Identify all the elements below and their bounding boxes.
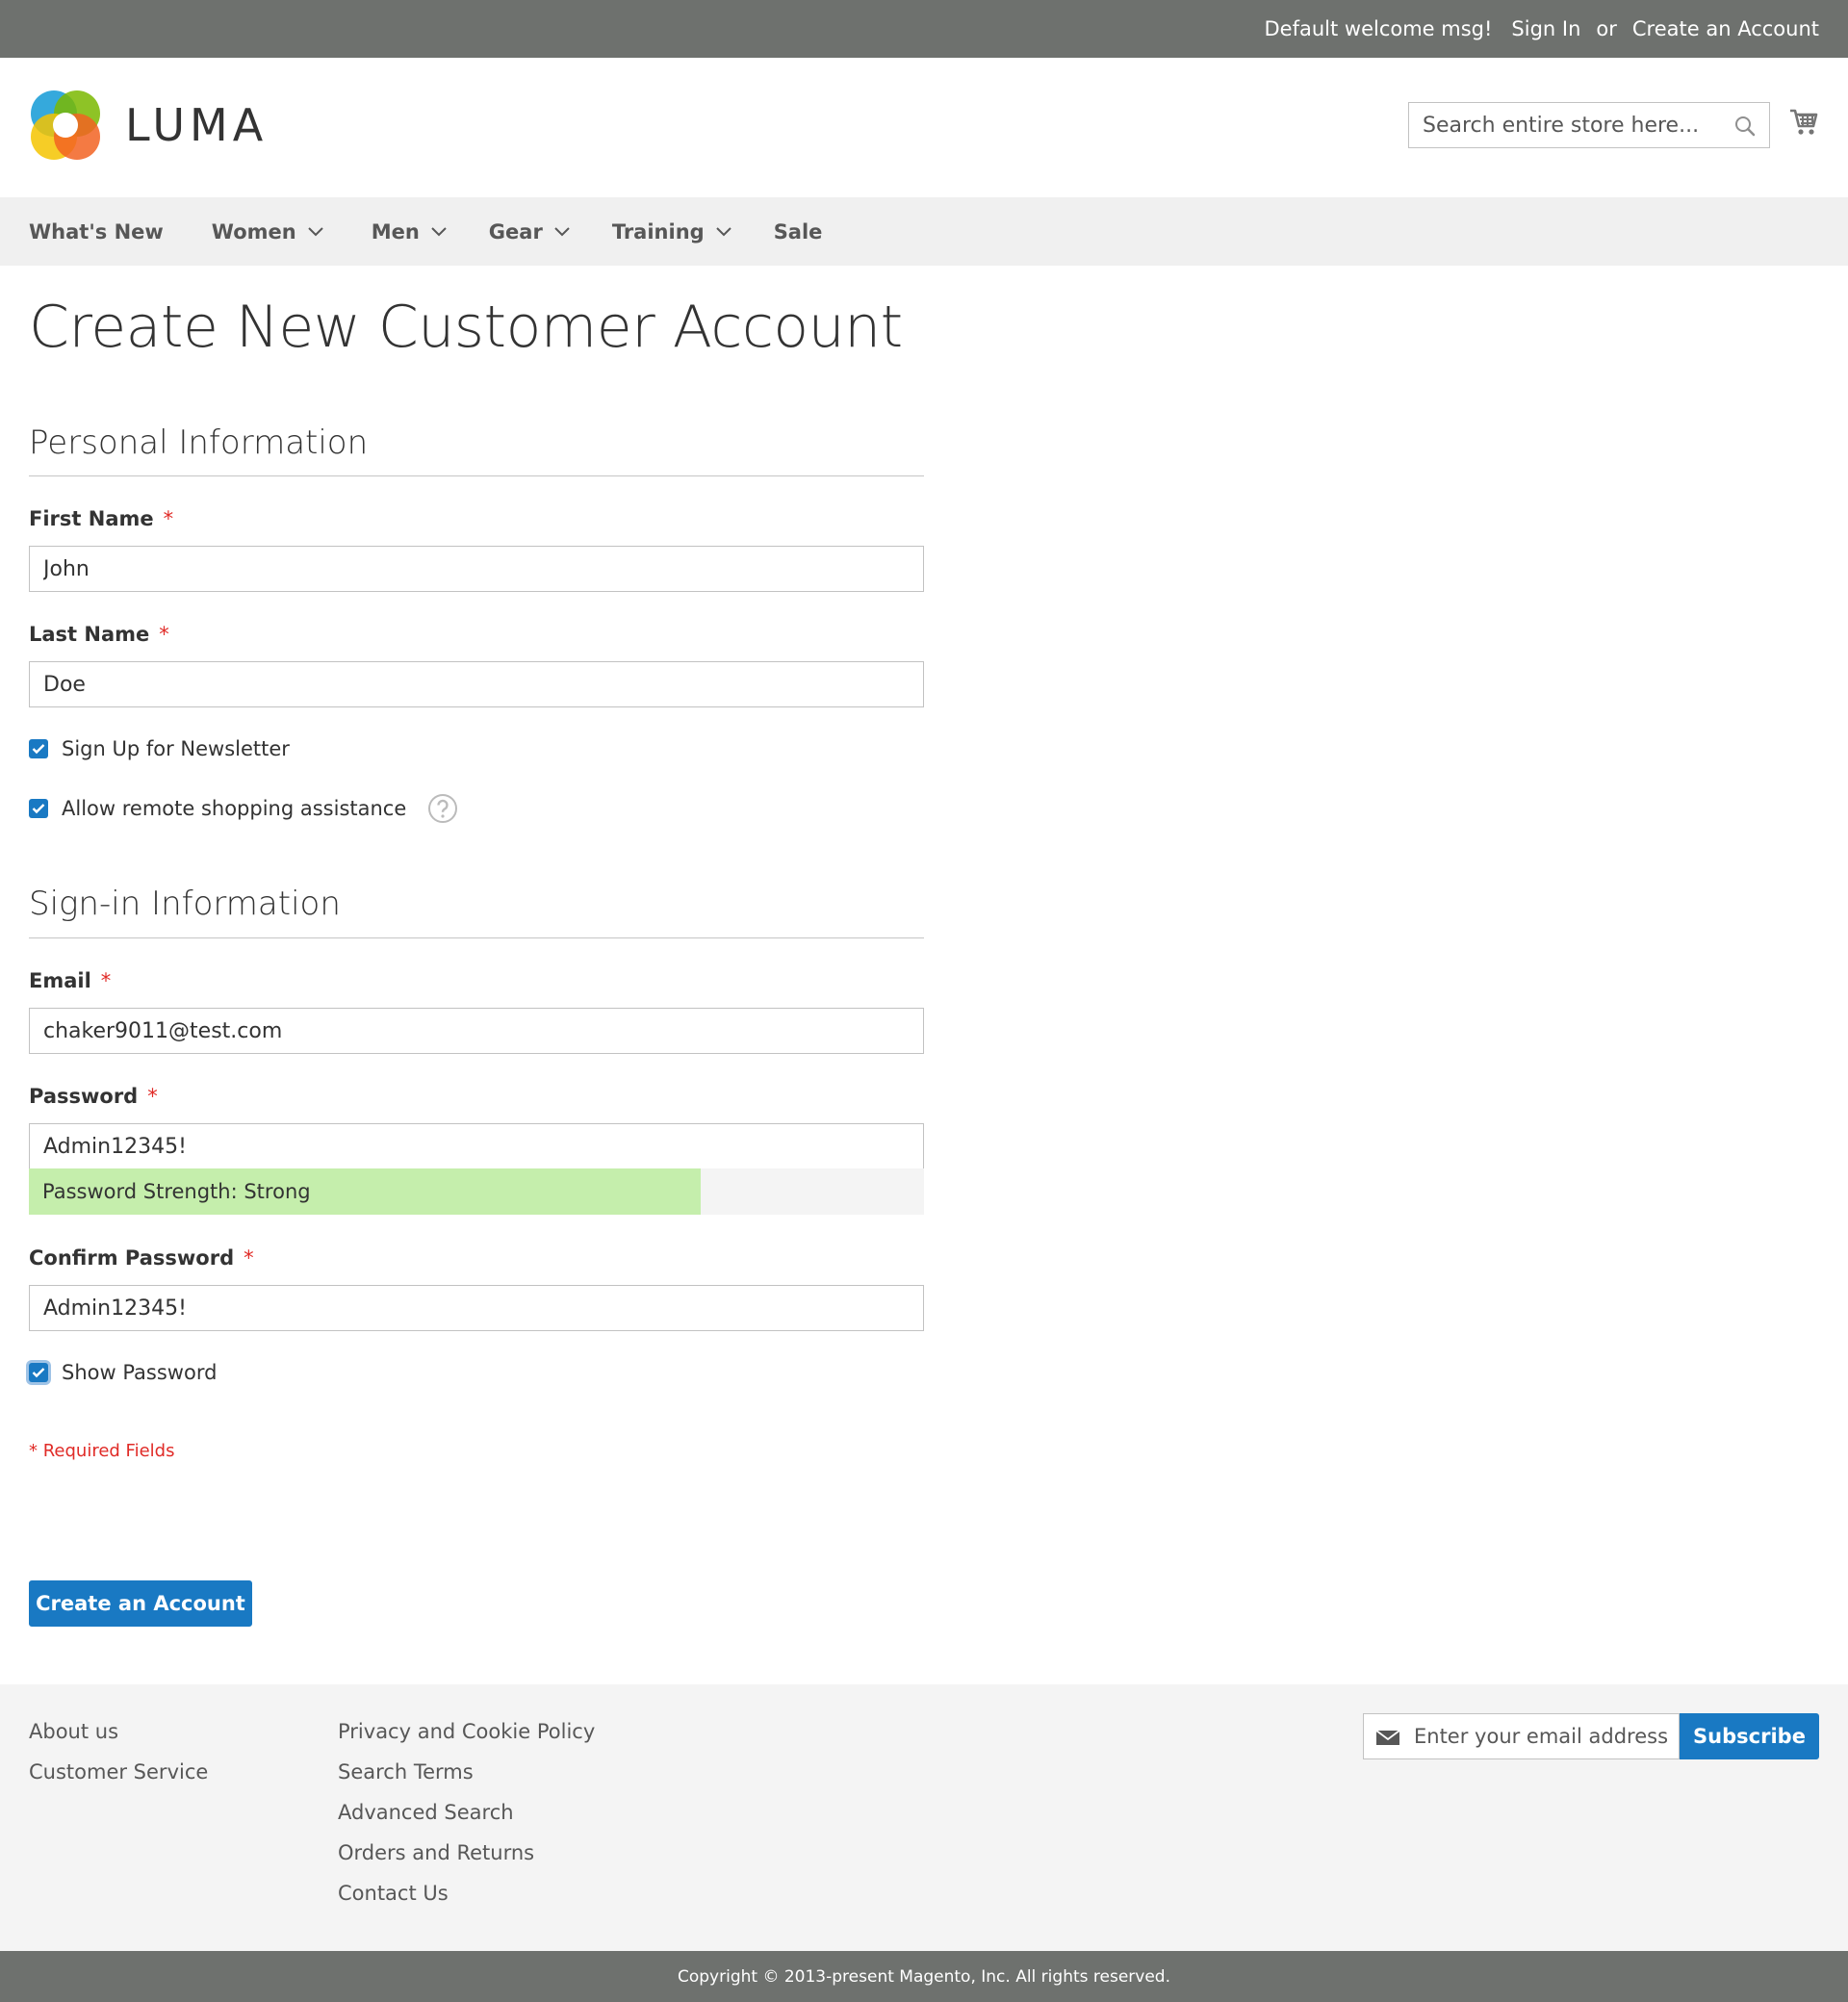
envelope-icon: [1375, 1730, 1400, 1745]
section-divider: [29, 937, 924, 938]
chevron-down-icon: [554, 226, 570, 236]
password-input[interactable]: [30, 1124, 923, 1168]
assistance-label: Allow remote shopping assistance: [62, 797, 407, 820]
label-text: Confirm Password: [29, 1246, 235, 1270]
checkmark-icon: [32, 744, 45, 755]
footer-link-contact-us[interactable]: Contact Us: [338, 1873, 595, 1913]
password-strength-meter: Password Strength: Strong: [29, 1168, 924, 1215]
newsletter-checkbox-row[interactable]: Sign Up for Newsletter: [29, 737, 290, 760]
nav-item-gear[interactable]: Gear: [489, 220, 570, 244]
footer-links-col1: About us Customer Service: [29, 1711, 208, 1792]
footer-link-privacy[interactable]: Privacy and Cookie Policy: [338, 1711, 595, 1752]
main-navigation: What's New Women Men Gear Training Sale: [0, 197, 1848, 266]
copyright-text: Copyright © 2013-present Magento, Inc. A…: [677, 1966, 1170, 1987]
password-field: [29, 1123, 924, 1169]
nav-item-label: Men: [371, 219, 420, 244]
required-fields-note: * Required Fields: [29, 1441, 175, 1461]
page-title: Create New Customer Account: [29, 294, 903, 361]
nav-item-women[interactable]: Women: [212, 220, 323, 244]
footer-link-advanced-search[interactable]: Advanced Search: [338, 1792, 595, 1833]
required-asterisk: *: [163, 507, 174, 530]
chevron-down-icon: [715, 226, 732, 236]
personal-info-heading: Personal Information: [29, 424, 369, 462]
footer-link-search-terms[interactable]: Search Terms: [338, 1752, 595, 1792]
top-bar: Default welcome msg! Sign In or Create a…: [0, 0, 1848, 58]
nav-item-label: Gear: [488, 219, 543, 244]
logo-text: LUMA: [125, 99, 269, 151]
show-password-label: Show Password: [62, 1361, 218, 1384]
footer-links-col2: Privacy and Cookie Policy Search Terms A…: [338, 1711, 595, 1913]
chevron-down-icon: [431, 226, 447, 236]
footer-link-customer-service[interactable]: Customer Service: [29, 1752, 208, 1792]
newsletter-email-input[interactable]: [1364, 1714, 1679, 1758]
create-account-button[interactable]: Create an Account: [29, 1580, 252, 1627]
nav-item-training[interactable]: Training: [612, 220, 732, 244]
first-name-field: [29, 546, 924, 592]
password-strength-text: Password Strength: Strong: [42, 1180, 311, 1203]
nav-item-label: What's New: [29, 219, 164, 244]
last-name-input[interactable]: [30, 662, 923, 706]
section-divider: [29, 475, 924, 476]
nav-item-sale[interactable]: Sale: [774, 220, 823, 244]
footer-link-about-us[interactable]: About us: [29, 1711, 208, 1752]
show-password-row[interactable]: Show Password: [29, 1361, 217, 1384]
label-text: Last Name: [29, 623, 150, 646]
header: LUMA: [0, 58, 1848, 197]
newsletter-checkbox[interactable]: [29, 739, 48, 758]
required-asterisk: *: [244, 1246, 254, 1270]
newsletter-field: [1363, 1713, 1680, 1759]
luma-logo-icon: [31, 90, 100, 160]
top-links: Default welcome msg! Sign In or Create a…: [1264, 0, 1819, 58]
logo[interactable]: LUMA: [29, 89, 268, 162]
search-icon[interactable]: [1734, 116, 1756, 137]
label-text: First Name: [29, 507, 154, 530]
email-field: [29, 1008, 924, 1054]
welcome-message: Default welcome msg!: [1264, 17, 1493, 40]
last-name-field: [29, 661, 924, 707]
password-label: Password *: [29, 1085, 158, 1108]
footer: About us Customer Service Privacy and Co…: [0, 1684, 1848, 1951]
required-asterisk: *: [159, 623, 169, 646]
chevron-down-icon: [307, 226, 323, 236]
email-input[interactable]: [30, 1009, 923, 1053]
checkmark-icon: [32, 1368, 45, 1378]
assistance-checkbox-row[interactable]: Allow remote shopping assistance: [29, 793, 458, 824]
email-label: Email *: [29, 969, 111, 992]
first-name-label: First Name *: [29, 507, 173, 530]
label-text: Password: [29, 1085, 139, 1108]
confirm-password-field: [29, 1285, 924, 1331]
or-text: or: [1596, 17, 1617, 40]
checkmark-icon: [32, 804, 45, 814]
create-account-link[interactable]: Create an Account: [1632, 17, 1819, 40]
newsletter-form: Subscribe: [1363, 1713, 1819, 1759]
cart-icon[interactable]: [1788, 106, 1819, 137]
sign-in-link[interactable]: Sign In: [1511, 17, 1580, 40]
search-input[interactable]: [1409, 103, 1769, 147]
newsletter-label: Sign Up for Newsletter: [62, 737, 290, 760]
subscribe-button[interactable]: Subscribe: [1680, 1713, 1819, 1759]
first-name-input[interactable]: [30, 547, 923, 591]
last-name-label: Last Name *: [29, 623, 169, 646]
required-asterisk: *: [147, 1085, 158, 1108]
copyright-bar: Copyright © 2013-present Magento, Inc. A…: [0, 1951, 1848, 2002]
nav-item-men[interactable]: Men: [372, 220, 447, 244]
label-text: Email: [29, 969, 91, 992]
nav-item-label: Women: [211, 219, 296, 244]
nav-item-label: Sale: [773, 219, 823, 244]
help-icon[interactable]: [427, 793, 458, 824]
nav-item-label: Training: [611, 219, 705, 244]
footer-link-orders-returns[interactable]: Orders and Returns: [338, 1833, 595, 1873]
confirm-password-input[interactable]: [30, 1286, 923, 1330]
signin-info-heading: Sign-in Information: [29, 885, 341, 923]
search-box: [1408, 102, 1770, 148]
assistance-checkbox[interactable]: [29, 799, 48, 818]
nav-item-whats-new[interactable]: What's New: [29, 220, 164, 244]
show-password-checkbox[interactable]: [29, 1363, 48, 1382]
required-asterisk: *: [100, 969, 112, 992]
confirm-password-label: Confirm Password *: [29, 1246, 254, 1270]
